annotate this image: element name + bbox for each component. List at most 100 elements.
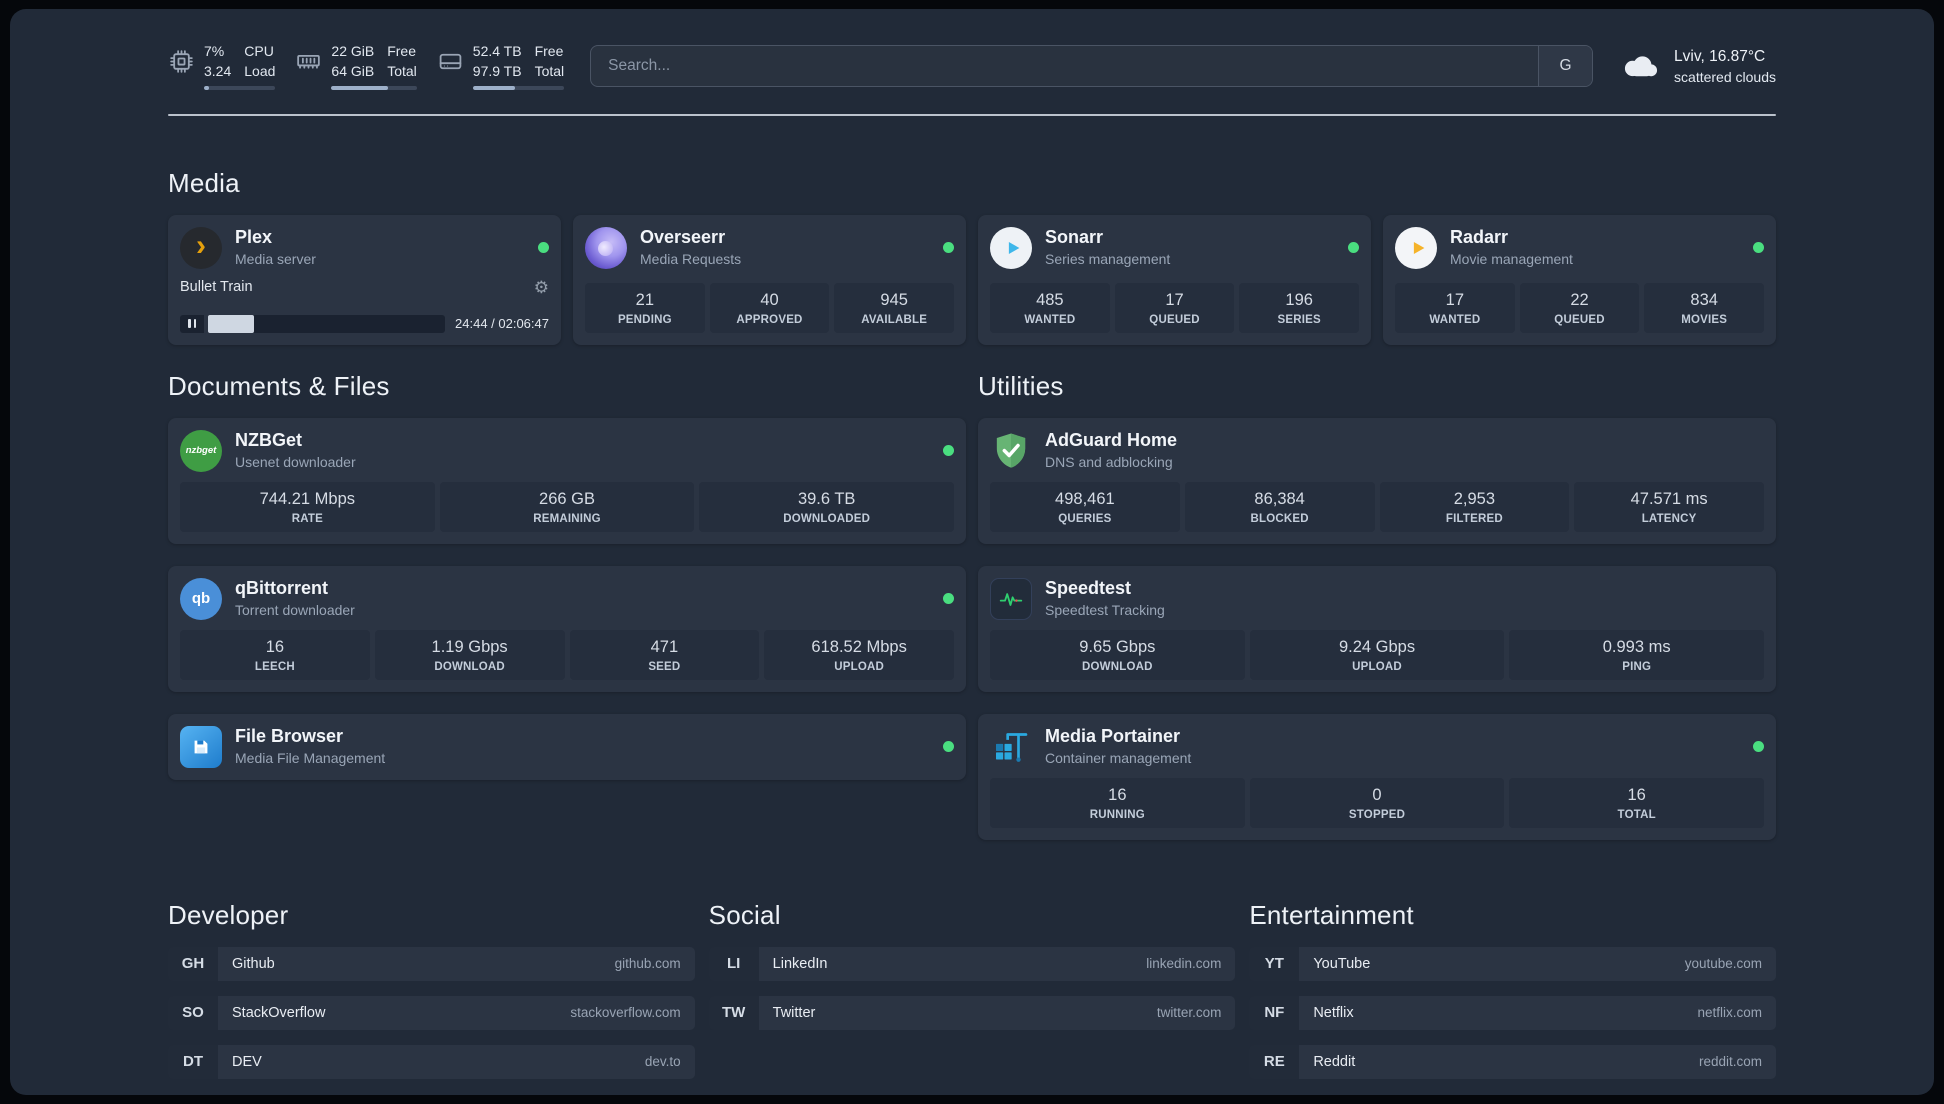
app-card-plex[interactable]: › Plex Media server Bullet Train ⚙ 24:44… — [168, 214, 561, 345]
bookmark-abbr: RE — [1249, 1044, 1300, 1079]
bookmark-dev[interactable]: DT DEV dev.to — [168, 1044, 695, 1079]
portainer-crane-icon — [990, 726, 1032, 768]
cloud-icon — [1619, 51, 1661, 81]
speedtest-pulse-icon — [990, 577, 1032, 620]
section-media: Media › Plex Media server Bullet Train ⚙ — [168, 168, 1776, 345]
search-input[interactable] — [591, 46, 1539, 87]
stat-queued: 22 QUEUED — [1519, 282, 1640, 333]
stat-download: 1.19 Gbps DOWNLOAD — [374, 629, 565, 680]
app-card-radarr[interactable]: Radarr Movie management 17 WANTED 22 QUE… — [1383, 214, 1776, 345]
bookmark-twitter[interactable]: TW Twitter twitter.com — [708, 995, 1236, 1030]
memory-progress-fill — [331, 85, 388, 90]
stat-label: QUEUED — [1554, 313, 1605, 326]
app-subtitle: Media Requests — [640, 250, 742, 267]
weather-condition: scattered clouds — [1674, 68, 1776, 85]
gear-icon[interactable]: ⚙ — [534, 279, 549, 296]
bookmark-reddit[interactable]: RE Reddit reddit.com — [1249, 1044, 1776, 1079]
stat-value: 498,461 — [1055, 489, 1115, 508]
app-card-nzbget[interactable]: nzbget NZBGet Usenet downloader 744.21 M… — [168, 417, 966, 544]
stat-label: AVAILABLE — [861, 313, 928, 326]
app-card-qbittorrent[interactable]: qb qBittorrent Torrent downloader 16 LEE… — [168, 565, 966, 692]
bookmark-stackoverflow[interactable]: SO StackOverflow stackoverflow.com — [168, 995, 695, 1030]
app-card-sonarr[interactable]: Sonarr Series management 485 WANTED 17 Q… — [978, 214, 1371, 345]
stat-label: FILTERED — [1445, 512, 1503, 525]
stat-ping: 0.993 ms PING — [1509, 629, 1765, 680]
bookmark-abbr: DT — [168, 1044, 218, 1079]
playback-progress-track[interactable] — [208, 314, 446, 333]
app-name: Speedtest — [1045, 578, 1132, 599]
stat-label: WANTED — [1024, 313, 1076, 326]
stat-value: 2,953 — [1453, 489, 1496, 508]
search-provider-button[interactable]: G — [1538, 46, 1593, 87]
stat-value: 86,384 — [1254, 489, 1305, 508]
bookmark-abbr: YT — [1249, 946, 1300, 981]
bookmark-name: StackOverflow — [232, 1004, 326, 1021]
cpu-sublabel: Load — [244, 62, 276, 79]
bookmark-name: YouTube — [1313, 955, 1371, 972]
bookmark-domain: linkedin.com — [1146, 956, 1222, 971]
stat-label: LATENCY — [1641, 512, 1697, 525]
section-developer: Developer GH Github github.com SO StackO… — [168, 900, 695, 1079]
playback-progress-fill — [208, 314, 255, 333]
memory-progress-track — [331, 85, 417, 90]
app-subtitle: Media server — [235, 250, 316, 267]
now-playing-title: Bullet Train — [180, 279, 253, 296]
app-card-filebrowser[interactable]: File Browser Media File Management — [168, 713, 966, 780]
app-name: Overseerr — [640, 227, 726, 248]
weather-location: Lviv, 16.87°C — [1674, 47, 1766, 65]
bookmark-domain: reddit.com — [1698, 1054, 1762, 1069]
stat-movies: 834 MOVIES — [1644, 282, 1765, 333]
stat-value: 0 — [1372, 785, 1382, 804]
memory-icon — [295, 48, 322, 75]
stat-label: UPLOAD — [834, 660, 884, 673]
bookmark-youtube[interactable]: YT YouTube youtube.com — [1249, 946, 1776, 981]
stat-label: TOTAL — [1617, 808, 1656, 821]
section-title-media: Media — [168, 167, 240, 198]
stat-value: 22 — [1570, 290, 1589, 309]
app-name: Media Portainer — [1045, 726, 1181, 747]
stat-remaining: 266 GB REMAINING — [439, 481, 695, 532]
disk-free-label: Free — [534, 43, 564, 59]
pause-button[interactable] — [180, 314, 204, 333]
bookmark-name: Twitter — [772, 1004, 816, 1021]
stat-blocked: 86,384 BLOCKED — [1184, 481, 1375, 532]
bookmark-name: DEV — [232, 1053, 262, 1070]
app-name: NZBGet — [235, 430, 302, 451]
app-card-adguard[interactable]: AdGuard Home DNS and adblocking 498,461 … — [978, 417, 1776, 544]
bookmark-abbr: SO — [168, 995, 218, 1030]
stat-wanted: 485 WANTED — [990, 282, 1110, 333]
status-online-dot — [1348, 242, 1359, 254]
app-card-portainer[interactable]: Media Portainer Container management 16 … — [978, 713, 1776, 840]
weather-widget: Lviv, 16.87°C scattered clouds — [1619, 48, 1776, 85]
app-name: qBittorrent — [235, 578, 328, 599]
bookmark-github[interactable]: GH Github github.com — [168, 946, 695, 981]
resource-widgets: 7% 3.24 CPU Load 22 GiB 64 GiB Free Tota… — [168, 43, 565, 90]
memory-total-label: Total — [387, 62, 417, 79]
stat-label: STOPPED — [1348, 808, 1406, 821]
bookmark-domain: github.com — [614, 956, 681, 971]
cpu-label: CPU — [244, 43, 274, 59]
bookmark-linkedin[interactable]: LI LinkedIn linkedin.com — [708, 946, 1236, 981]
stat-value: 16 — [1627, 785, 1646, 804]
stat-value: 196 — [1285, 290, 1313, 309]
stat-label: REMAINING — [533, 512, 601, 525]
app-subtitle: Speedtest Tracking — [1045, 601, 1165, 618]
app-card-speedtest[interactable]: Speedtest Speedtest Tracking 9.65 Gbps D… — [978, 565, 1776, 692]
radarr-icon — [1395, 226, 1437, 269]
playback-time: 24:44 / 02:06:47 — [455, 316, 549, 332]
bookmark-domain: twitter.com — [1156, 1005, 1222, 1020]
app-card-overseerr[interactable]: Overseerr Media Requests 21 PENDING 40 A… — [573, 214, 966, 345]
section-social: Social LI LinkedIn linkedin.com TW Twitt… — [708, 900, 1236, 1079]
stat-value: 40 — [760, 290, 779, 309]
stat-value: 16 — [265, 637, 285, 656]
stat-stopped: 0 STOPPED — [1249, 777, 1505, 828]
bookmark-domain: dev.to — [644, 1054, 681, 1069]
app-name: AdGuard Home — [1045, 430, 1178, 451]
stat-value: 21 — [635, 290, 655, 309]
header-divider — [168, 113, 1776, 116]
stat-latency: 47.571 ms LATENCY — [1574, 481, 1764, 532]
stat-downloaded: 39.6 TB DOWNLOADED — [699, 481, 955, 532]
stat-approved: 40 APPROVED — [709, 282, 830, 333]
stat-label: PENDING — [617, 313, 672, 326]
bookmark-netflix[interactable]: NF Netflix netflix.com — [1249, 995, 1776, 1030]
